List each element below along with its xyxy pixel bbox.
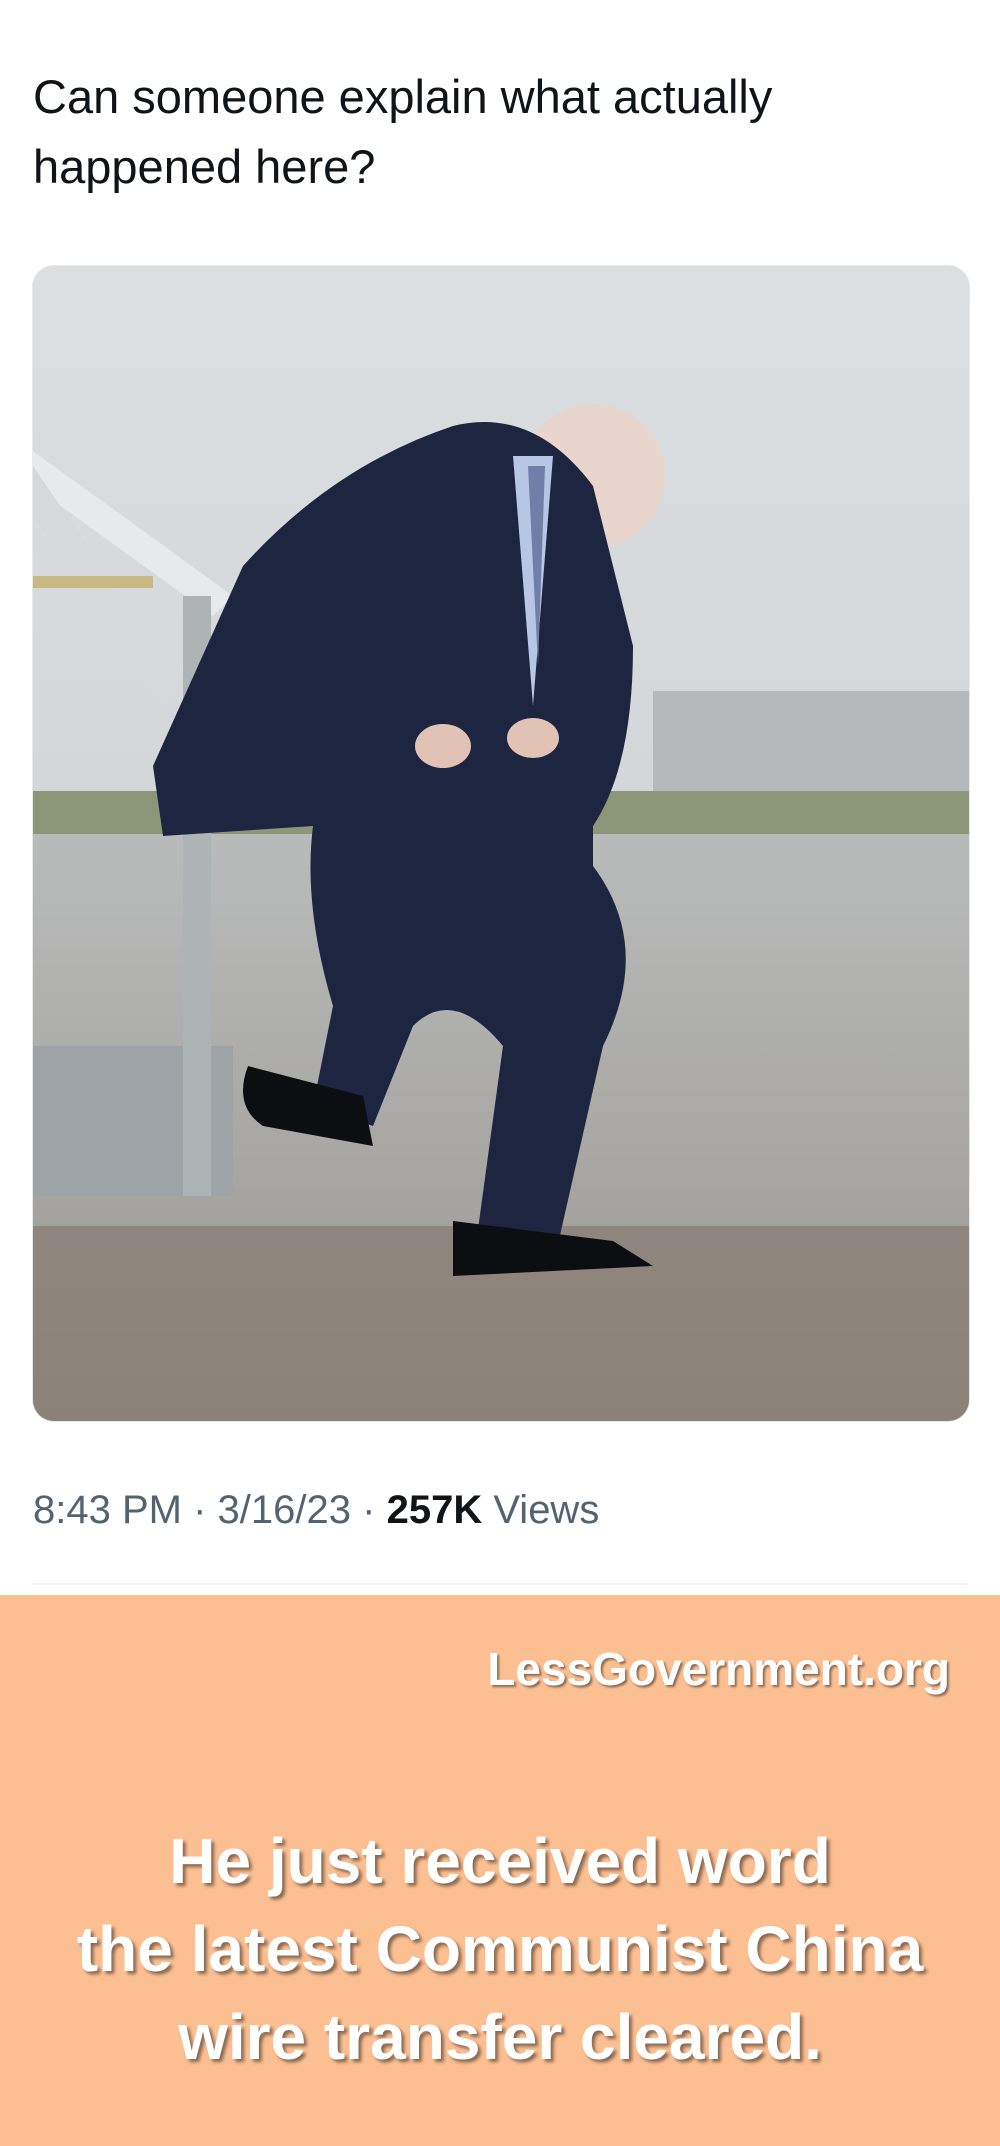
tweet-date[interactable]: 3/16/23 [218, 1488, 351, 1532]
views-label: Views [493, 1488, 600, 1532]
photo-man-jumping-on-rainy-tarmac [33, 266, 969, 1421]
tweet-time: 8:43 PM [33, 1488, 182, 1532]
caption-line: He just received word [169, 1825, 831, 1897]
meme-caption: He just received word the latest Communi… [0, 1817, 1000, 2081]
caption-line: the latest Communist China [76, 1913, 924, 1985]
meta-separator: · [362, 1488, 376, 1532]
site-watermark: LessGovernment.org [487, 1643, 950, 1695]
meme-caption-panel: LessGovernment.org He just received word… [0, 1595, 1000, 2146]
divider [32, 1583, 968, 1585]
caption-line: wire transfer cleared. [178, 2001, 822, 2073]
tweet-meta: 8:43 PM · 3/16/23 · 257K Views [33, 1488, 599, 1533]
views-count: 257K [386, 1488, 483, 1532]
tweet-text: Can someone explain what actually happen… [33, 70, 773, 193]
meta-separator: · [193, 1488, 207, 1532]
tweet-photo[interactable] [32, 265, 970, 1422]
